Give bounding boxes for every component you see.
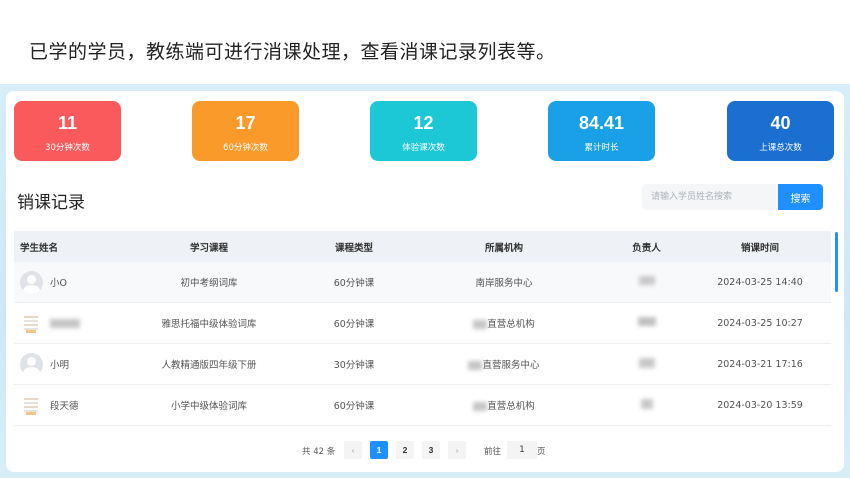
type-cell: 60分钟课	[333, 319, 375, 330]
column-header-time[interactable]: 销课时间	[689, 240, 831, 254]
page-caption: 已学的学员，教练端可进行消课处理，查看消课记录列表等。	[29, 41, 556, 63]
org-name: 直营服务中心	[482, 360, 540, 371]
student-name: 小明	[50, 360, 70, 371]
owner-cell	[604, 357, 689, 371]
time-cell: 2024-03-25 10:27	[717, 317, 803, 329]
student-cell: 段天德	[14, 393, 114, 417]
user-avatar-icon	[20, 352, 43, 376]
stat-value: 12	[413, 113, 434, 133]
org-cell: 南岸服务中心	[475, 278, 533, 289]
search-input[interactable]	[642, 184, 778, 210]
org-cell: 直营总机构	[404, 316, 604, 330]
table-row[interactable]: 段天德 小学中级体验词库 60分钟课 直营总机构 2024-03-20 13:5…	[14, 385, 831, 426]
chevron-right-icon[interactable]: ›	[448, 441, 466, 459]
main-panel: 11 30分钟次数 17 60分钟次数 12 体验课次数 84.41 累计时长 …	[6, 91, 844, 472]
redacted-org-prefix	[473, 320, 488, 329]
owner-cell	[604, 276, 689, 288]
course-cell: 人教精通版四年级下册	[161, 360, 257, 371]
redacted-org-prefix	[468, 361, 483, 370]
column-header-student[interactable]: 学生姓名	[14, 240, 114, 254]
stat-label: 30分钟次数	[45, 143, 90, 153]
time-cell: 2024-03-20 13:59	[717, 399, 803, 411]
column-header-org[interactable]: 所属机构	[404, 240, 604, 254]
stat-label: 体验课次数	[402, 143, 445, 153]
user-avatar-icon	[20, 270, 43, 294]
page-jump-input[interactable]	[507, 441, 537, 459]
org-cell: 直营服务中心	[404, 357, 604, 371]
stat-label: 60分钟次数	[223, 143, 268, 153]
stat-card-total-classes: 40 上课总次数	[727, 101, 834, 161]
org-name: 直营总机构	[487, 401, 535, 412]
stat-value: 11	[57, 113, 78, 133]
course-cell: 初中考纲词库	[180, 278, 238, 289]
stat-value: 17	[235, 113, 256, 133]
org-cell: 直营总机构	[404, 398, 604, 412]
stat-label: 累计时长	[584, 143, 619, 153]
owner-cell	[604, 317, 689, 329]
goto-label: 前往	[484, 447, 502, 457]
type-cell: 60分钟课	[333, 278, 375, 289]
table-header: 学生姓名 学习课程 课程类型 所属机构 负责人 销课时间	[14, 231, 831, 262]
time-cell: 2024-03-25 14:40	[717, 276, 803, 288]
time-cell: 2024-03-21 17:16	[717, 358, 803, 370]
redacted-student-name	[50, 318, 80, 328]
redacted-owner	[638, 276, 655, 285]
section-title: 销课记录	[17, 193, 85, 213]
owner-cell	[604, 398, 689, 412]
student-cell: 小O	[14, 270, 114, 294]
page-unit-label: 页	[537, 447, 546, 457]
redacted-owner	[638, 357, 655, 368]
document-thumbnail-icon	[20, 311, 43, 335]
stat-card-60min: 17 60分钟次数	[192, 101, 299, 161]
table-row[interactable]: 小明 人教精通版四年级下册 30分钟课 直营服务中心 2024-03-21 17…	[14, 344, 831, 385]
search-button[interactable]: 搜索	[778, 184, 823, 210]
records-table: 学生姓名 学习课程 课程类型 所属机构 负责人 销课时间 小O 初中考纲词库 6…	[14, 231, 831, 426]
org-name: 直营总机构	[487, 319, 535, 330]
table-scrollbar[interactable]	[835, 232, 838, 292]
stat-card-total-duration: 84.41 累计时长	[548, 101, 655, 161]
page-button-2[interactable]: 2	[396, 441, 414, 459]
table-row[interactable]: 雅思托福中级体验词库 60分钟课 直营总机构 2024-03-25 10:27	[14, 303, 831, 344]
student-cell	[14, 311, 114, 335]
page-button-3[interactable]: 3	[422, 441, 440, 459]
redacted-org-prefix	[473, 402, 488, 411]
type-cell: 60分钟课	[333, 401, 375, 412]
student-cell: 小明	[14, 352, 114, 376]
redacted-owner	[640, 398, 653, 409]
stat-label: 上课总次数	[759, 143, 802, 153]
chevron-left-icon[interactable]: ‹	[344, 441, 362, 459]
type-cell: 30分钟课	[333, 360, 375, 371]
column-header-course[interactable]: 学习课程	[114, 240, 304, 254]
course-cell: 小学中级体验词库	[170, 401, 247, 412]
document-thumbnail-icon	[20, 393, 43, 417]
stat-value: 84.41	[578, 113, 625, 133]
course-cell: 雅思托福中级体验词库	[161, 319, 257, 330]
stat-card-30min: 11 30分钟次数	[14, 101, 121, 161]
stat-value: 40	[770, 113, 791, 133]
student-name: 小O	[50, 278, 67, 289]
stat-card-trial: 12 体验课次数	[370, 101, 477, 161]
page-button-1[interactable]: 1	[370, 441, 388, 459]
column-header-owner[interactable]: 负责人	[604, 240, 689, 254]
student-name: 段天德	[50, 401, 79, 412]
pagination: 共 42 条 ‹ 1 2 3 › 前往 页	[6, 441, 844, 459]
table-row[interactable]: 小O 初中考纲词库 60分钟课 南岸服务中心 2024-03-25 14:40	[14, 262, 831, 303]
column-header-type[interactable]: 课程类型	[304, 240, 404, 254]
total-count: 共 42 条	[302, 447, 336, 457]
redacted-owner	[637, 317, 656, 326]
